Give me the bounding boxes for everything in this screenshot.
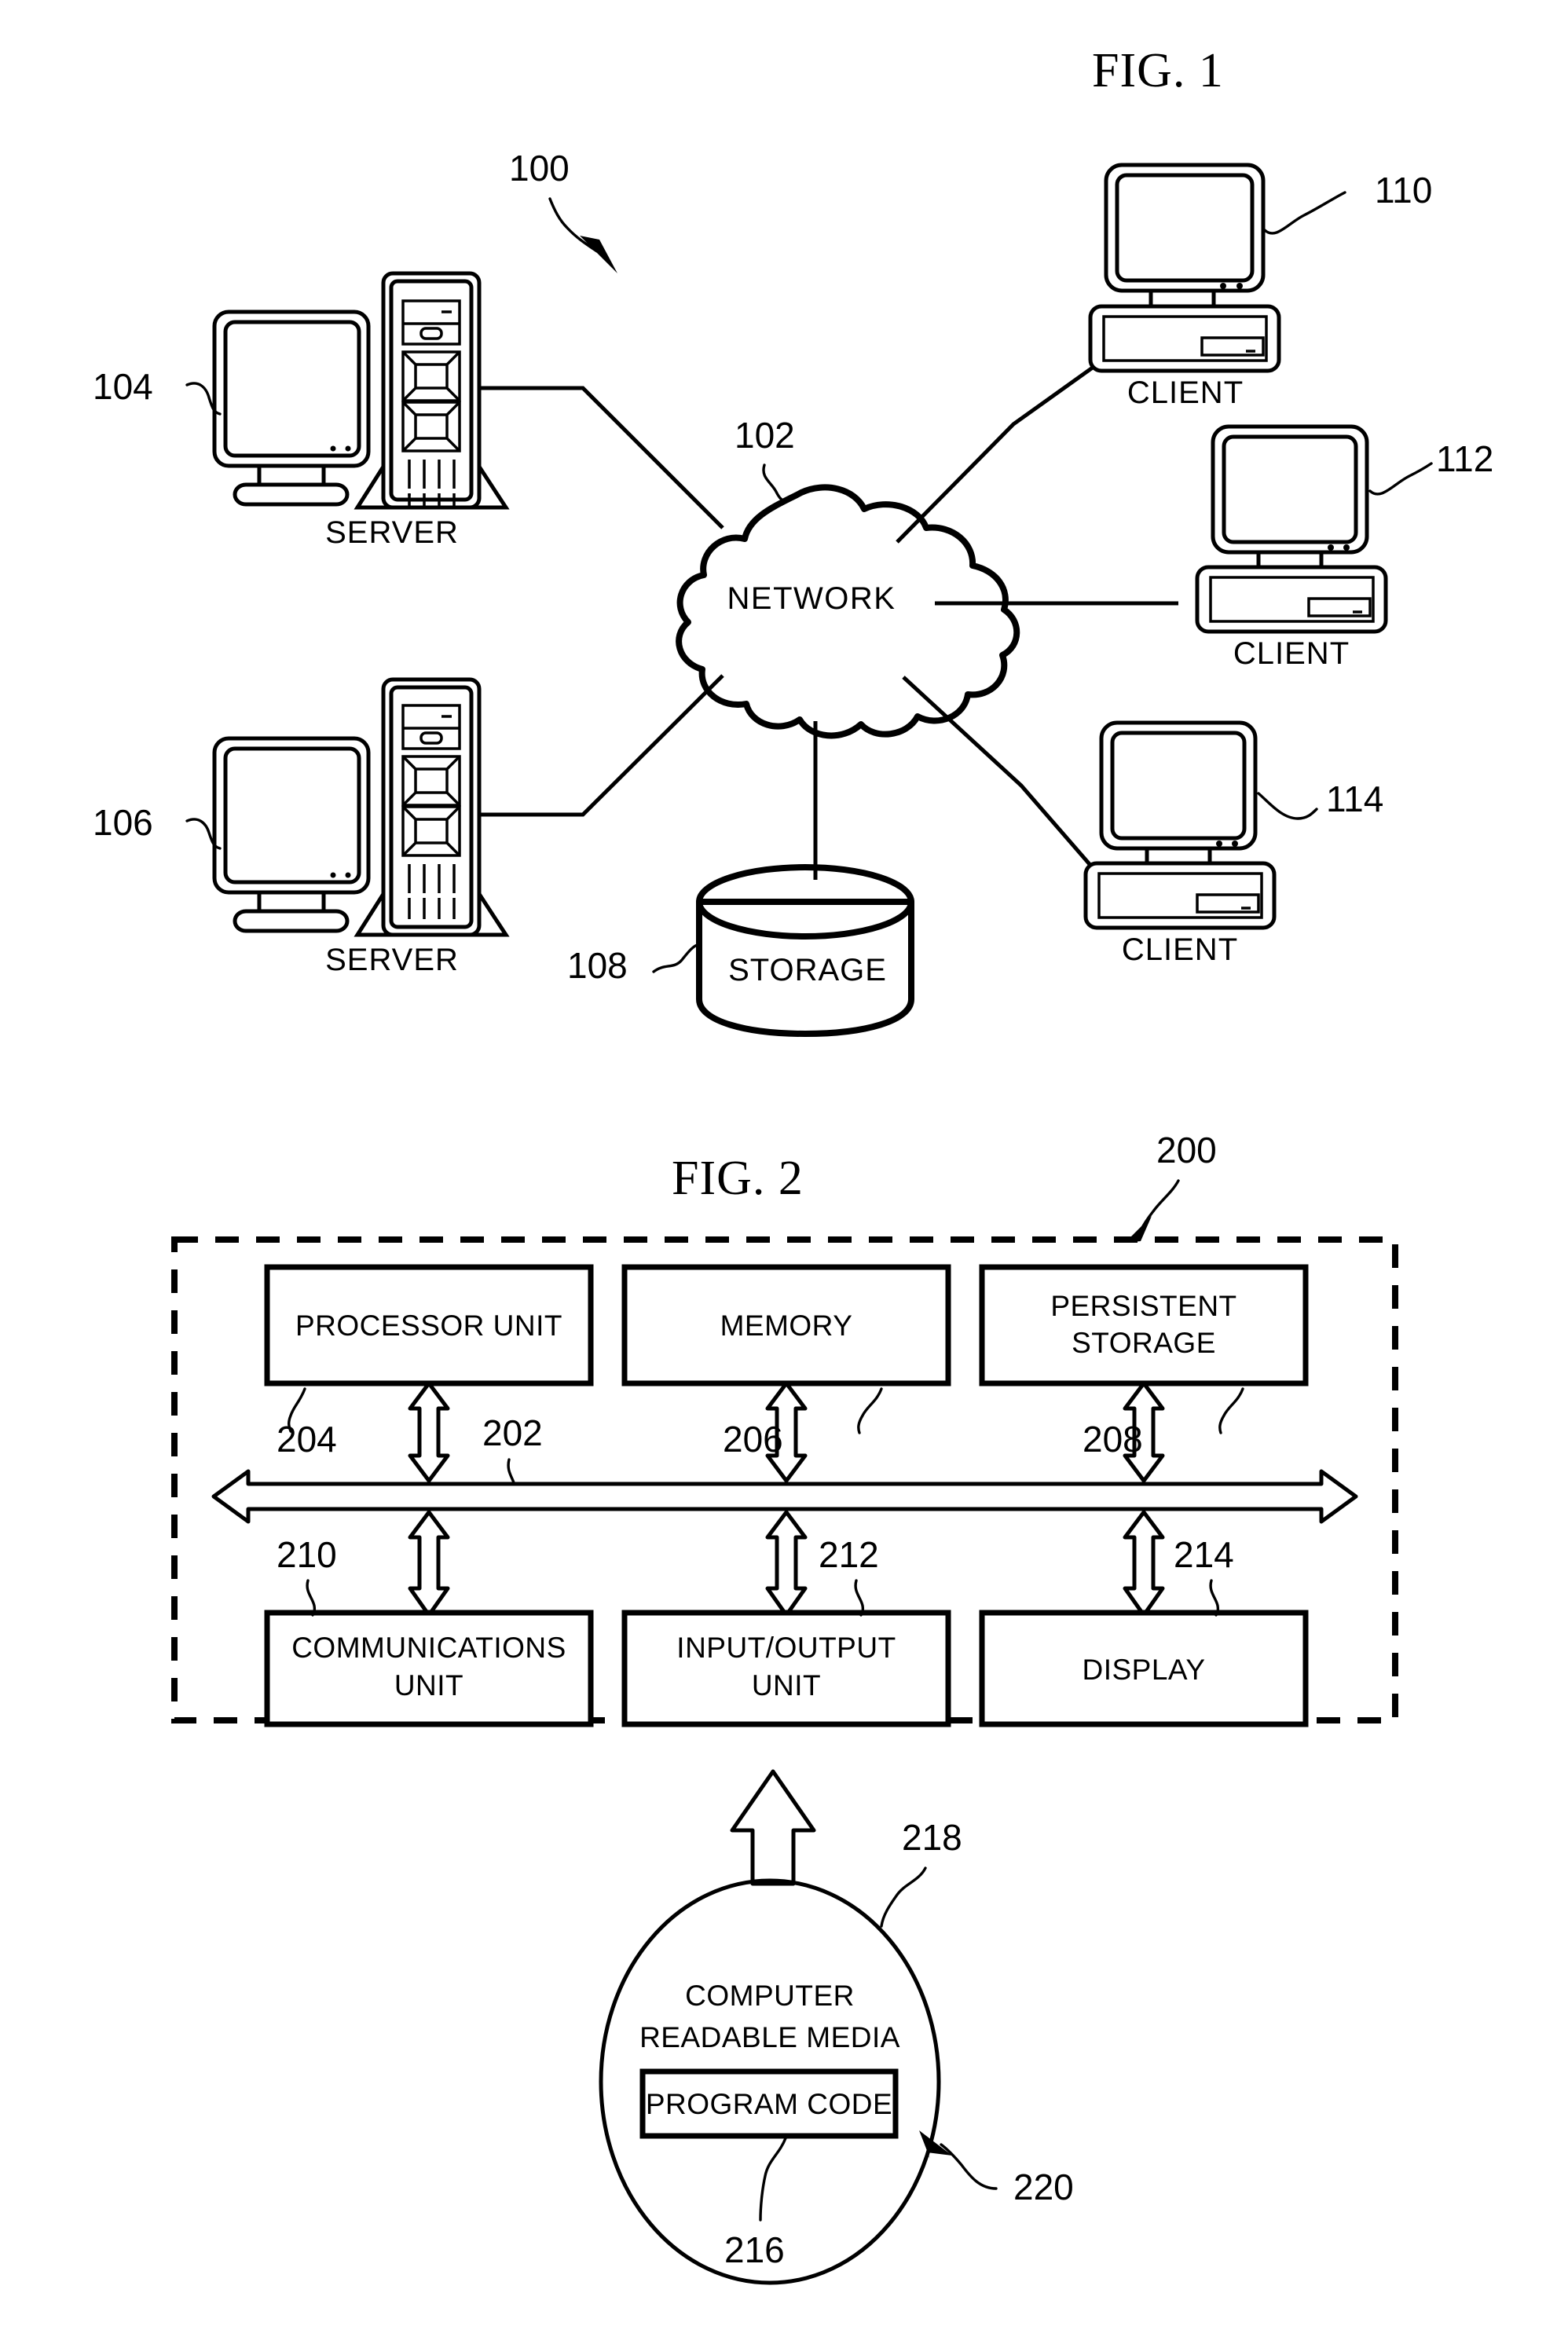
ref-100-label: 100: [509, 148, 570, 189]
ref-220-leader: [940, 2143, 998, 2190]
storage-cylinder: STORAGE: [696, 864, 914, 1037]
display-box: DISPLAY: [979, 1610, 1309, 1727]
ref-202-label: 202: [482, 1412, 543, 1453]
memory-box: MEMORY: [621, 1264, 951, 1386]
client-114-label: CLIENT: [1122, 932, 1238, 967]
patent-figure-sheet: FIG. 1 100 SERVER 104 SERVER 106 NETWORK…: [0, 0, 1568, 2348]
ref-220-label: 220: [1013, 2167, 1074, 2207]
persistent-storage-box: PERSISTENT STORAGE: [979, 1264, 1309, 1386]
ref-220-arrowhead: [919, 2130, 952, 2159]
ref-216-leader: [759, 2137, 787, 2222]
ref-210-label: 210: [277, 1534, 337, 1575]
ref-102-label: 102: [735, 415, 795, 456]
ref-114-leader: [1257, 792, 1318, 820]
ref-108-leader: [652, 943, 701, 973]
ref-204-label: 204: [277, 1419, 337, 1460]
computer-readable-media: COMPUTER READABLE MEDIA PROGRAM CODE: [599, 1878, 941, 2285]
input-output-unit-label-line1: INPUT/OUTPUT: [676, 1632, 896, 1664]
media-label-line1: COMPUTER: [685, 1980, 855, 2012]
ref-218-leader: [880, 1866, 927, 1928]
figure-2-title: FIG. 2: [672, 1152, 804, 1205]
ref-104-label: 104: [93, 366, 153, 407]
ref-214-label: 214: [1174, 1534, 1234, 1575]
ref-214-leader: [1209, 1579, 1220, 1617]
display-label: DISPLAY: [1082, 1654, 1205, 1686]
processor-unit-label: PROCESSOR UNIT: [295, 1310, 562, 1342]
network-cloud: NETWORK: [676, 484, 1020, 739]
ref-102-leader: [762, 463, 793, 502]
ref-212-label: 212: [819, 1534, 879, 1575]
server-106-label: SERVER: [325, 943, 459, 977]
input-output-unit-label-line2: UNIT: [752, 1669, 821, 1701]
server-104: SERVER: [212, 271, 510, 550]
client-110-label: CLIENT: [1127, 375, 1244, 410]
client-110: CLIENT: [1088, 163, 1281, 410]
storage-label: STORAGE: [728, 953, 887, 987]
communications-unit-label-line1: COMMUNICATIONS: [291, 1632, 566, 1664]
media-label-line2: READABLE MEDIA: [639, 2021, 900, 2053]
client-112-label: CLIENT: [1233, 636, 1350, 671]
figure-1-title: FIG. 1: [1092, 44, 1224, 97]
ref-218-label: 218: [902, 1817, 962, 1858]
client-114: CLIENT: [1083, 720, 1277, 967]
ref-208-leader: [1218, 1387, 1244, 1434]
bottom-row-connectors: [408, 1510, 1165, 1617]
ref-206-leader: [857, 1387, 883, 1434]
ref-100-arrowhead: [580, 236, 617, 273]
ref-210-leader: [306, 1579, 317, 1617]
client-112: CLIENT: [1195, 424, 1388, 671]
processor-unit-box: PROCESSOR UNIT: [264, 1264, 594, 1386]
ref-212-leader: [854, 1579, 865, 1617]
persistent-storage-label-line1: PERSISTENT: [1050, 1290, 1236, 1322]
communications-unit-label-line2: UNIT: [394, 1669, 463, 1701]
ref-106-label: 106: [93, 802, 153, 843]
ref-216-label: 216: [724, 2229, 785, 2270]
input-output-unit-box: INPUT/OUTPUT UNIT: [621, 1610, 951, 1727]
network-label: NETWORK: [727, 581, 896, 616]
ref-108-label: 108: [567, 945, 628, 986]
figure1-connections: [467, 343, 1178, 907]
program-code-label: PROGRAM CODE: [646, 2088, 892, 2120]
ref-200-label: 200: [1156, 1130, 1217, 1170]
ref-208-label: 208: [1083, 1419, 1143, 1460]
ref-110-label: 110: [1375, 170, 1432, 211]
persistent-storage-label-line2: STORAGE: [1072, 1327, 1216, 1359]
ref-114-label: 114: [1326, 778, 1383, 819]
server-104-label: SERVER: [325, 515, 459, 550]
ref-110-leader: [1263, 191, 1346, 235]
communications-unit-box: COMMUNICATIONS UNIT: [264, 1610, 594, 1727]
ref-112-label: 112: [1436, 438, 1493, 479]
ref-112-leader: [1368, 462, 1433, 496]
media-load-arrow: [730, 1769, 816, 1886]
ref-206-label: 206: [723, 1419, 783, 1460]
server-106: SERVER: [212, 677, 510, 977]
memory-label: MEMORY: [720, 1310, 853, 1342]
